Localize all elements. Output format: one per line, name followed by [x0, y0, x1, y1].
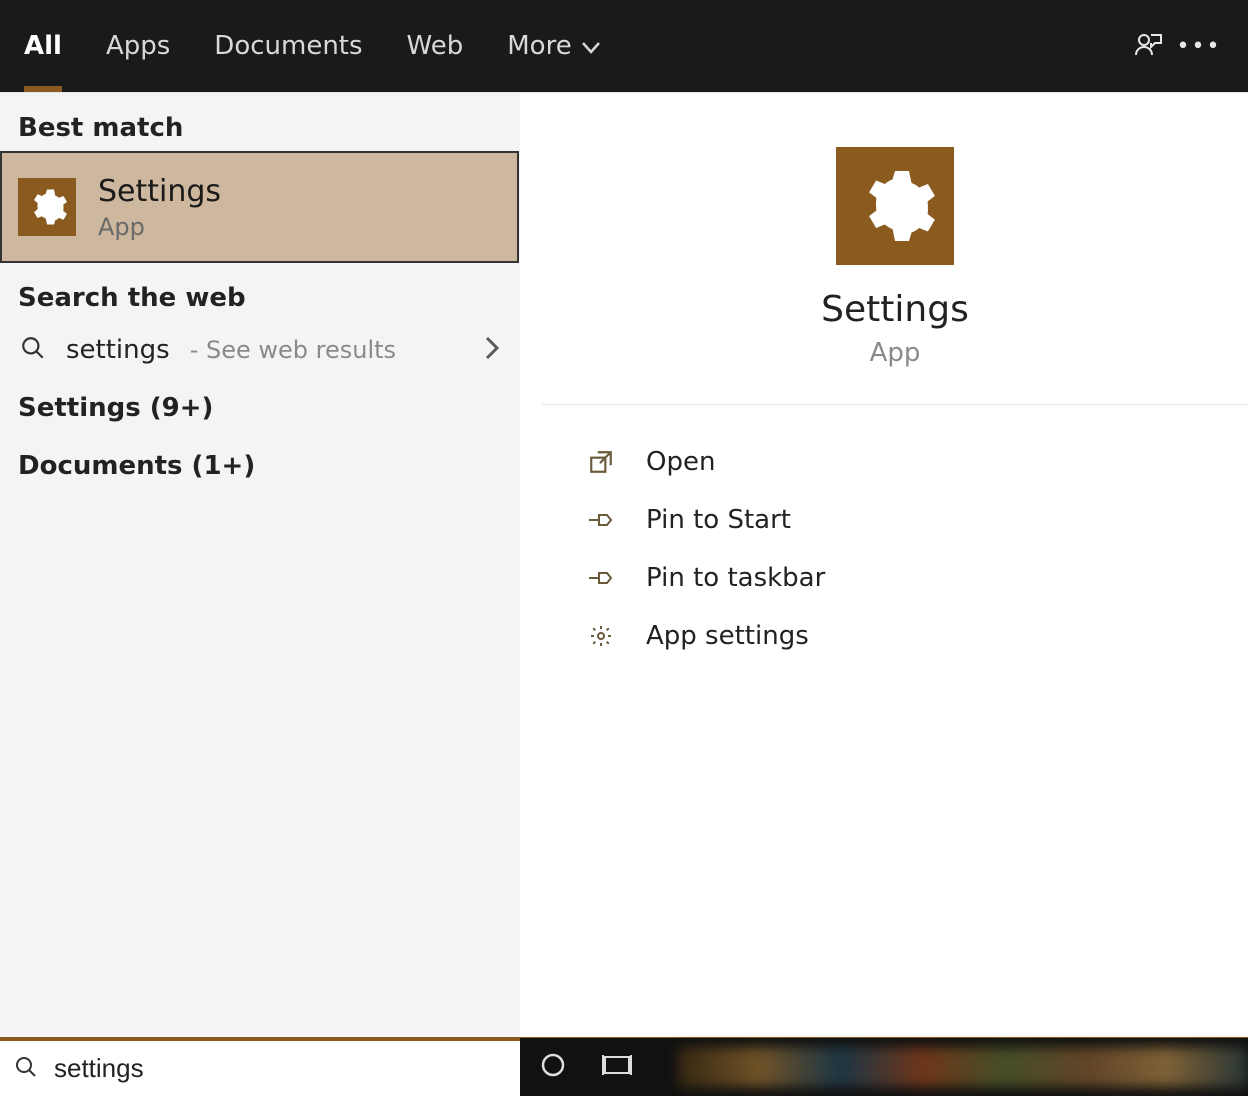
detail-panel: Settings App Open Pin to Start — [542, 93, 1248, 1037]
results-panel: Best match Settings App Search the web s… — [0, 93, 520, 1037]
action-open[interactable]: Open — [586, 433, 1248, 491]
chevron-right-icon — [485, 336, 499, 364]
tab-all[interactable]: All — [24, 0, 62, 92]
action-label: Pin to taskbar — [646, 563, 825, 593]
search-icon — [20, 335, 46, 365]
taskbar — [0, 1038, 1248, 1096]
best-match-result[interactable]: Settings App — [0, 151, 519, 263]
web-result-term: settings — [66, 335, 170, 365]
search-web-header: Search the web — [0, 263, 519, 321]
action-label: Open — [646, 447, 715, 477]
action-pin-taskbar[interactable]: Pin to taskbar — [586, 549, 1248, 607]
category-settings[interactable]: Settings (9+) — [0, 379, 519, 437]
action-label: Pin to Start — [646, 505, 791, 535]
tab-more-label: More — [507, 31, 571, 61]
taskbar-apps-blurred — [678, 1047, 1248, 1088]
search-scope-tabs: All Apps Documents Web More ••• — [0, 0, 1248, 92]
open-icon — [586, 449, 616, 475]
task-view-icon[interactable] — [602, 1053, 632, 1081]
tab-apps[interactable]: Apps — [106, 0, 170, 92]
gear-icon — [18, 178, 76, 236]
feedback-icon[interactable] — [1124, 31, 1174, 61]
tab-more[interactable]: More — [507, 0, 599, 92]
taskbar-search[interactable] — [0, 1038, 520, 1096]
best-match-header: Best match — [0, 93, 519, 151]
search-icon — [14, 1055, 38, 1083]
cortana-icon[interactable] — [540, 1052, 566, 1082]
pin-icon — [586, 509, 616, 531]
pin-icon — [586, 567, 616, 589]
gear-icon — [586, 624, 616, 648]
best-match-subtitle: App — [98, 213, 221, 241]
action-pin-start[interactable]: Pin to Start — [586, 491, 1248, 549]
action-app-settings[interactable]: App settings — [586, 607, 1248, 665]
chevron-down-icon — [582, 31, 600, 61]
web-result-hint: - See web results — [190, 336, 396, 364]
detail-title: Settings — [821, 289, 969, 330]
action-label: App settings — [646, 621, 809, 651]
search-input[interactable] — [54, 1053, 506, 1084]
tab-documents[interactable]: Documents — [214, 0, 362, 92]
more-options-icon[interactable]: ••• — [1174, 34, 1224, 59]
web-result[interactable]: settings - See web results — [0, 321, 519, 379]
category-documents[interactable]: Documents (1+) — [0, 437, 519, 495]
best-match-title: Settings — [98, 174, 221, 209]
tab-web[interactable]: Web — [407, 0, 464, 92]
detail-subtitle: App — [870, 338, 921, 368]
gear-icon — [836, 147, 954, 265]
